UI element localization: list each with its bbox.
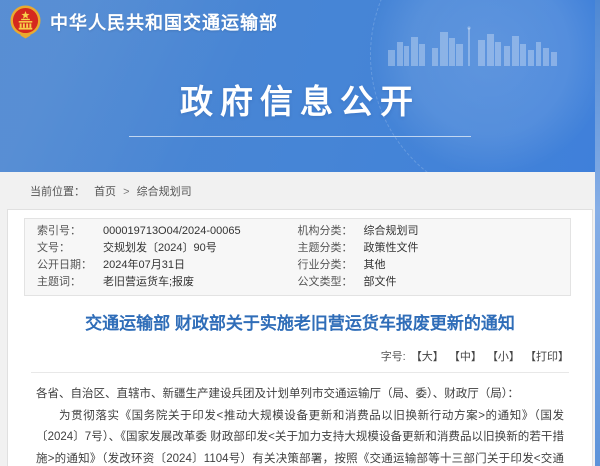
- meta-value: 2024年07月31日: [103, 257, 185, 274]
- metadata-row-topic-category: 主题分类： 政策性文件: [298, 240, 559, 257]
- national-emblem-icon: [10, 5, 41, 39]
- site-logo-link[interactable]: 中华人民共和国交通运输部: [10, 5, 278, 39]
- banner: 中华人民共和国交通运输部 政府信息公开: [0, 0, 600, 172]
- salutation-paragraph: 各省、自治区、直辖市、新疆生产建设兵团及计划单列市交通运输厅（局、委）、财政厅（…: [36, 384, 564, 406]
- page: 中华人民共和国交通运输部 政府信息公开 当前位置： 首页 > 综合规划司 索引号…: [0, 0, 600, 466]
- meta-value: 其他: [364, 257, 386, 274]
- banner-underline: [129, 136, 471, 137]
- metadata-row-doc-number: 文号： 交规划发〔2024〕90号: [37, 240, 298, 257]
- document-title: 交通运输部 财政部关于实施老旧营运货车报废更新的通知: [32, 312, 568, 336]
- meta-value: 老旧营运货车;报废: [103, 274, 194, 291]
- meta-label: 机构分类：: [298, 223, 364, 240]
- print-button[interactable]: 【打印】: [525, 351, 569, 363]
- font-size-controls: 字号: 【大】 【中】 【小】 【打印】: [31, 348, 569, 373]
- metadata-row-doc-type: 公文类型： 部文件: [298, 274, 559, 291]
- metadata-row-publish-date: 公开日期： 2024年07月31日: [37, 257, 298, 274]
- content-area: 当前位置： 首页 > 综合规划司 索引号： 000019713O04/2024-…: [0, 172, 600, 466]
- metadata-left-column: 索引号： 000019713O04/2024-00065 文号： 交规划发〔20…: [37, 223, 298, 291]
- font-size-large-button[interactable]: 【大】: [411, 351, 444, 363]
- document-body: 各省、自治区、直辖市、新疆生产建设兵团及计划单列市交通运输厅（局、委）、财政厅（…: [8, 373, 592, 466]
- banner-title: 政府信息公开: [0, 75, 600, 123]
- meta-value: 交规划发〔2024〕90号: [103, 240, 217, 257]
- meta-label: 主题分类：: [298, 240, 364, 257]
- metadata-row-agency-category: 机构分类： 综合规划司: [298, 223, 559, 240]
- metadata-row-industry-category: 行业分类： 其他: [298, 257, 559, 274]
- font-size-small-button[interactable]: 【小】: [487, 351, 520, 363]
- breadcrumb-dept-link[interactable]: 综合规划司: [137, 186, 192, 198]
- meta-value: 综合规划司: [364, 223, 419, 240]
- meta-value: 政策性文件: [364, 240, 419, 257]
- breadcrumb-label: 当前位置：: [30, 186, 85, 198]
- scrollbar[interactable]: [595, 0, 600, 466]
- metadata-row-index-number: 索引号： 000019713O04/2024-00065: [37, 223, 298, 240]
- metadata-table: 索引号： 000019713O04/2024-00065 文号： 交规划发〔20…: [24, 218, 571, 296]
- meta-label: 公开日期：: [37, 257, 103, 274]
- meta-label: 行业分类：: [298, 257, 364, 274]
- meta-value: 部文件: [364, 274, 397, 291]
- font-size-label: 字号:: [381, 351, 406, 363]
- meta-label: 主题词：: [37, 274, 103, 291]
- metadata-row-keywords: 主题词： 老旧营运货车;报废: [37, 274, 298, 291]
- meta-value: 000019713O04/2024-00065: [103, 223, 241, 240]
- font-size-medium-button[interactable]: 【中】: [449, 351, 482, 363]
- breadcrumb-home-link[interactable]: 首页: [94, 186, 116, 198]
- meta-label: 索引号：: [37, 223, 103, 240]
- breadcrumb: 当前位置： 首页 > 综合规划司: [0, 172, 600, 209]
- meta-label: 公文类型：: [298, 274, 364, 291]
- body-paragraph: 为贯彻落实《国务院关于印发<推动大规模设备更新和消费品以旧换新行动方案>的通知》…: [36, 406, 564, 466]
- meta-label: 文号：: [37, 240, 103, 257]
- document-card: 索引号： 000019713O04/2024-00065 文号： 交规划发〔20…: [7, 209, 593, 466]
- breadcrumb-separator: >: [123, 186, 129, 198]
- site-header-row: 中华人民共和国交通运输部: [0, 0, 600, 39]
- metadata-right-column: 机构分类： 综合规划司 主题分类： 政策性文件 行业分类： 其他 公文类型： 部…: [298, 223, 559, 291]
- site-name: 中华人民共和国交通运输部: [50, 9, 278, 35]
